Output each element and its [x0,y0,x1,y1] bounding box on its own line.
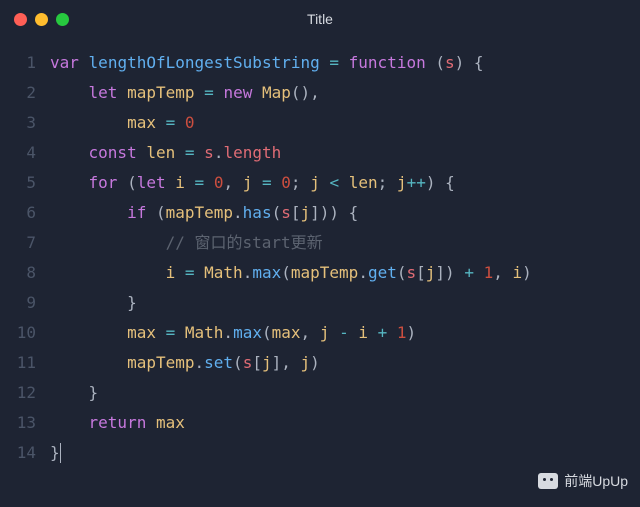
code-line[interactable]: 7 // 窗口的start更新 [0,228,640,258]
line-number: 6 [0,198,50,228]
code-line[interactable]: 1var lengthOfLongestSubstring = function… [0,48,640,78]
code-line[interactable]: 11 mapTemp.set(s[j], j) [0,348,640,378]
code-content[interactable]: } [50,288,137,318]
line-number: 4 [0,138,50,168]
traffic-lights [14,13,69,26]
code-line[interactable]: 10 max = Math.max(max, j - i + 1) [0,318,640,348]
code-line[interactable]: 13 return max [0,408,640,438]
watermark-text: 前端UpUp [564,471,628,491]
code-content[interactable]: i = Math.max(mapTemp.get(s[j]) + 1, i) [50,258,532,288]
code-content[interactable]: max = Math.max(max, j - i + 1) [50,318,416,348]
titlebar: Title [0,0,640,38]
code-line[interactable]: 14} [0,438,640,468]
code-content[interactable]: return max [50,408,185,438]
line-number: 14 [0,438,50,468]
wechat-icon [538,473,558,489]
code-content[interactable]: var lengthOfLongestSubstring = function … [50,48,484,78]
code-content[interactable]: max = 0 [50,108,195,138]
code-line[interactable]: 4 const len = s.length [0,138,640,168]
text-cursor [60,443,61,463]
minimize-icon[interactable] [35,13,48,26]
zoom-icon[interactable] [56,13,69,26]
code-line[interactable]: 9 } [0,288,640,318]
code-content[interactable]: for (let i = 0, j = 0; j < len; j++) { [50,168,455,198]
line-number: 12 [0,378,50,408]
line-number: 10 [0,318,50,348]
line-number: 9 [0,288,50,318]
code-content[interactable]: mapTemp.set(s[j], j) [50,348,320,378]
line-number: 5 [0,168,50,198]
code-content[interactable]: } [50,378,98,408]
line-number: 7 [0,228,50,258]
code-content[interactable]: } [50,438,61,468]
line-number: 1 [0,48,50,78]
code-editor[interactable]: 1var lengthOfLongestSubstring = function… [0,38,640,468]
close-icon[interactable] [14,13,27,26]
line-number: 11 [0,348,50,378]
watermark: 前端UpUp [538,471,628,491]
code-line[interactable]: 12 } [0,378,640,408]
code-line[interactable]: 8 i = Math.max(mapTemp.get(s[j]) + 1, i) [0,258,640,288]
line-number: 2 [0,78,50,108]
code-content[interactable]: // 窗口的start更新 [50,228,323,258]
code-content[interactable]: if (mapTemp.has(s[j])) { [50,198,358,228]
code-content[interactable]: const len = s.length [50,138,281,168]
line-number: 3 [0,108,50,138]
code-content[interactable]: let mapTemp = new Map(), [50,78,320,108]
code-line[interactable]: 3 max = 0 [0,108,640,138]
code-line[interactable]: 2 let mapTemp = new Map(), [0,78,640,108]
line-number: 8 [0,258,50,288]
code-line[interactable]: 5 for (let i = 0, j = 0; j < len; j++) { [0,168,640,198]
code-line[interactable]: 6 if (mapTemp.has(s[j])) { [0,198,640,228]
window-title: Title [0,11,640,27]
line-number: 13 [0,408,50,438]
